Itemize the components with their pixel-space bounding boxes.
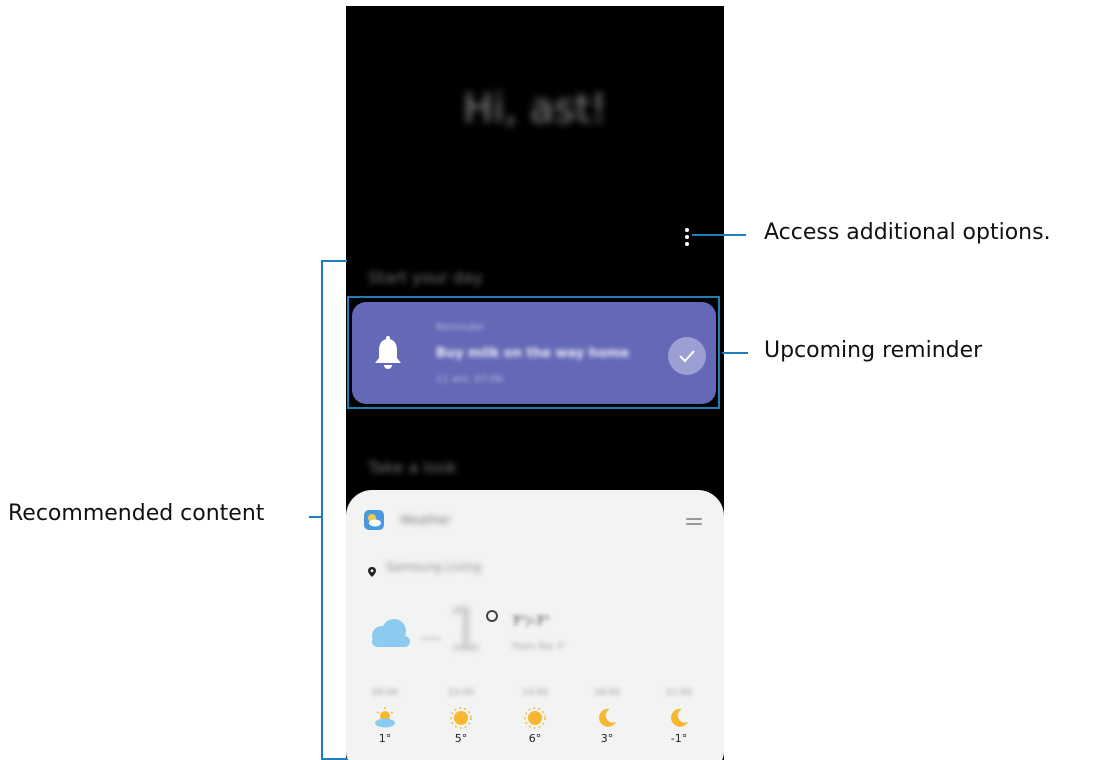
- forecast-item: 21:00 -1°: [654, 688, 704, 745]
- temp-dash: —: [420, 626, 442, 651]
- hourly-forecast: 09:00 1° 12:00 5° 15:00 6° 18:00 3° 21:0…: [360, 688, 710, 758]
- location-pin-icon: [368, 562, 376, 577]
- forecast-time: 12:00: [448, 688, 474, 698]
- section-start-your-day: Start your day: [368, 268, 483, 287]
- location-text: Samsung Living: [386, 560, 482, 574]
- forecast-time: 09:00: [372, 688, 398, 698]
- forecast-time: 21:00: [666, 688, 692, 698]
- feels-like-text: Feels like 3°: [512, 642, 567, 652]
- forecast-temp: 1°: [378, 732, 392, 745]
- weather-card[interactable]: Weather Samsung Living — 1 7°/-7° Feels …: [346, 490, 724, 760]
- forecast-item: 09:00 1°: [360, 688, 410, 745]
- moon-icon: [671, 708, 688, 727]
- forecast-temp: 3°: [600, 732, 614, 745]
- bracket-tick: [309, 516, 321, 518]
- bracket-top: [321, 260, 347, 262]
- bell-icon: [372, 336, 404, 372]
- callout-options-label: Access additional options.: [764, 220, 1051, 245]
- weather-app-name: Weather: [400, 513, 451, 527]
- moon-icon: [599, 708, 616, 727]
- cloud-icon: [366, 618, 414, 648]
- weather-app-icon: [364, 510, 384, 530]
- check-icon: [679, 350, 695, 363]
- reminder-category: Reminder: [436, 322, 485, 333]
- section-take-a-look: Take a look: [368, 458, 457, 477]
- forecast-item: 12:00 5°: [436, 688, 486, 745]
- partly-cloudy-icon: [375, 707, 395, 728]
- forecast-temp: 5°: [454, 732, 468, 745]
- callout-line-options: [692, 234, 746, 236]
- reminder-title: Buy milk on the way home: [436, 346, 630, 361]
- bracket-vertical: [321, 260, 323, 760]
- sun-icon: [524, 707, 546, 729]
- forecast-temp: 6°: [528, 732, 542, 745]
- more-options-icon[interactable]: [682, 228, 692, 250]
- reminder-card[interactable]: Reminder Buy milk on the way home 11 am,…: [352, 302, 716, 404]
- callout-reminder-label: Upcoming reminder: [764, 338, 983, 363]
- high-low-temperature: 7°/-7°: [512, 614, 551, 628]
- callout-recommended-label: Recommended content: [8, 501, 265, 526]
- forecast-item: 18:00 3°: [582, 688, 632, 745]
- callout-line-reminder: [722, 352, 748, 354]
- degree-symbol: [486, 610, 498, 622]
- current-temperature: 1: [446, 595, 485, 665]
- forecast-temp: -1°: [670, 732, 688, 745]
- forecast-time: 18:00: [594, 688, 620, 698]
- complete-reminder-button[interactable]: [668, 337, 706, 375]
- forecast-item: 15:00 6°: [510, 688, 560, 745]
- sun-icon: [450, 707, 472, 729]
- reminder-time: 11 am, 07:00: [436, 374, 503, 385]
- greeting-title: Hi, ast!: [463, 86, 607, 132]
- drag-handle-icon[interactable]: [686, 518, 702, 526]
- forecast-time: 15:00: [522, 688, 548, 698]
